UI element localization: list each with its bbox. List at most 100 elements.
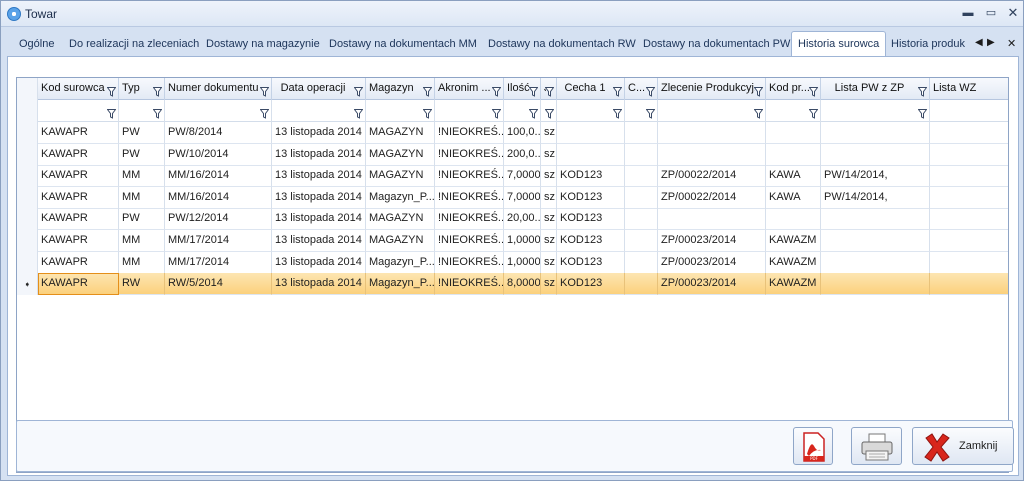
cell-akronim[interactable]: !NIEOKREŚ... <box>435 208 504 231</box>
cell-lista-pw-z-zp[interactable]: PW/14/2014, <box>821 186 930 209</box>
row-indicator[interactable] <box>17 122 38 144</box>
column-header-kod-surowca[interactable]: Kod surowca <box>38 78 119 100</box>
cell-cecha-1[interactable]: KOD123 <box>557 251 625 274</box>
cell-cecha-1[interactable]: KOD123 <box>557 273 625 296</box>
cell-jednostka[interactable]: sz <box>541 251 557 274</box>
cell-zlecenie-produkcyjne[interactable]: ZP/00022/2014 <box>658 165 766 188</box>
cell-typ[interactable]: PW <box>119 143 165 166</box>
cell-data-operacji[interactable]: 13 listopada 2014 <box>272 230 366 252</box>
cell-lista-wz[interactable] <box>930 187 1008 209</box>
column-header-typ[interactable]: Typ <box>119 78 165 100</box>
cell-numer-dokumentu[interactable]: RW/5/2014 <box>165 273 272 296</box>
filter-cell-lista-wz[interactable] <box>930 100 1008 122</box>
tab-ogolne[interactable]: Ogólne <box>13 33 60 56</box>
cell-lista-wz[interactable] <box>930 208 1008 231</box>
minimize-button[interactable]: ▬ <box>959 5 977 21</box>
tab-dostawy-magazyn[interactable]: Dostawy na magazynie <box>200 33 326 56</box>
column-header-numer-dokumentu[interactable]: Numer dokumentu <box>165 78 272 100</box>
cell-akronim[interactable]: !NIEOKREŚ... <box>435 186 504 209</box>
cell-ilosc[interactable]: 1,0000 <box>504 230 541 252</box>
column-header-cecha-2[interactable]: C... <box>625 78 658 100</box>
cell-numer-dokumentu[interactable]: MM/16/2014 <box>165 186 272 209</box>
cell-cecha-2[interactable] <box>625 143 658 166</box>
table-row[interactable]: KAWAPR MM MM/17/2014 13 listopada 2014 Magaz… <box>17 251 1008 274</box>
cell-ilosc[interactable]: 100,0... <box>504 122 541 144</box>
filter-cell-data-operacji[interactable] <box>272 100 366 122</box>
cell-lista-wz[interactable] <box>930 122 1008 144</box>
filter-funnel-icon[interactable] <box>491 84 502 97</box>
filter-funnel-icon[interactable] <box>612 106 623 119</box>
filter-cell-akronim[interactable] <box>435 100 504 122</box>
column-header-lista-pw-z-zp[interactable]: Lista PW z ZP <box>821 78 930 100</box>
cell-typ[interactable]: MM <box>119 165 165 188</box>
cell-jednostka[interactable]: sz <box>541 122 557 144</box>
cell-cecha-2[interactable] <box>625 165 658 188</box>
table-row[interactable]: ➧ KAWAPR RW RW/5/2014 13 listopada 2014 Magaz… <box>17 273 1008 296</box>
cell-lista-wz[interactable] <box>930 230 1008 252</box>
cell-magazyn[interactable]: Magazyn_P... <box>366 251 435 274</box>
cell-kod-surowca[interactable]: KAWAPR <box>38 273 119 296</box>
filter-funnel-icon[interactable] <box>544 106 555 119</box>
filter-funnel-icon[interactable] <box>612 84 623 97</box>
cell-data-operacji[interactable]: 13 listopada 2014 <box>272 122 366 144</box>
cell-akronim[interactable]: !NIEOKREŚ... <box>435 251 504 274</box>
filter-cell-ilosc[interactable] <box>504 100 541 122</box>
column-header-zlecenie-produkcyjne[interactable]: Zlecenie Produkcyj... <box>658 78 766 100</box>
cell-ilosc[interactable]: 200,0... <box>504 143 541 166</box>
cell-kod-produktu[interactable] <box>766 122 821 144</box>
filter-funnel-icon[interactable] <box>808 84 819 97</box>
cell-kod-surowca[interactable]: KAWAPR <box>38 143 119 166</box>
filter-cell-magazyn[interactable] <box>366 100 435 122</box>
cell-lista-pw-z-zp[interactable] <box>821 273 930 296</box>
cell-kod-produktu[interactable] <box>766 143 821 166</box>
filter-funnel-icon[interactable] <box>645 106 656 119</box>
filter-funnel-icon[interactable] <box>544 84 555 97</box>
cell-kod-surowca[interactable]: KAWAPR <box>38 251 119 274</box>
cell-ilosc[interactable]: 8,0000 <box>504 273 541 296</box>
cell-kod-surowca[interactable]: KAWAPR <box>38 230 119 252</box>
filter-funnel-icon[interactable] <box>152 106 163 119</box>
tab-historia-surowca[interactable]: Historia surowca <box>791 31 887 57</box>
cell-magazyn[interactable]: MAGAZYN <box>366 122 435 144</box>
cell-data-operacji[interactable]: 13 listopada 2014 <box>272 273 366 296</box>
cell-jednostka[interactable]: sz <box>541 186 557 209</box>
cell-cecha-2[interactable] <box>625 273 658 296</box>
filter-funnel-icon[interactable] <box>491 106 502 119</box>
cell-cecha-2[interactable] <box>625 122 658 144</box>
tab-do-realizacji[interactable]: Do realizacji na zleceniach <box>63 33 205 56</box>
filter-cell-zlecenie-produkcyjne[interactable] <box>658 100 766 122</box>
cell-cecha-1[interactable]: KOD123 <box>557 208 625 231</box>
filter-funnel-icon[interactable] <box>808 106 819 119</box>
tab-dostawy-pw[interactable]: Dostawy na dokumentach PW <box>637 33 796 56</box>
filter-cell-typ[interactable] <box>119 100 165 122</box>
tab-close-button[interactable]: ✕ <box>1007 37 1016 50</box>
cell-magazyn[interactable]: MAGAZYN <box>366 143 435 166</box>
cell-cecha-2[interactable] <box>625 186 658 209</box>
filter-funnel-icon[interactable] <box>645 84 656 97</box>
cell-jednostka[interactable]: sz <box>541 273 557 296</box>
cell-cecha-1[interactable] <box>557 122 625 144</box>
cell-cecha-1[interactable] <box>557 143 625 166</box>
cell-akronim[interactable]: !NIEOKREŚ... <box>435 143 504 166</box>
cell-magazyn[interactable]: MAGAZYN <box>366 208 435 231</box>
cell-akronim[interactable]: !NIEOKREŚ... <box>435 230 504 252</box>
cell-typ[interactable]: RW <box>119 273 165 296</box>
close-button[interactable]: Zamknij <box>912 427 1014 465</box>
column-header-data-operacji[interactable]: Data operacji <box>272 78 366 100</box>
cell-zlecenie-produkcyjne[interactable]: ZP/00023/2014 <box>658 273 766 296</box>
filter-funnel-icon[interactable] <box>753 84 764 97</box>
cell-kod-produktu[interactable]: KAWA <box>766 165 821 188</box>
cell-cecha-1[interactable]: KOD123 <box>557 186 625 209</box>
row-indicator[interactable]: ➧ <box>17 273 38 296</box>
tab-dostawy-rw[interactable]: Dostawy na dokumentach RW <box>482 33 642 56</box>
cell-kod-produktu[interactable]: KAWAZM <box>766 251 821 274</box>
cell-magazyn[interactable]: Magazyn_P... <box>366 273 435 296</box>
tab-historia-produktu[interactable]: Historia produk <box>885 33 973 56</box>
cell-lista-pw-z-zp[interactable] <box>821 122 930 144</box>
row-indicator[interactable] <box>17 186 38 209</box>
maximize-button[interactable]: ▭ <box>982 5 1000 21</box>
cell-jednostka[interactable]: sz <box>541 165 557 188</box>
cell-magazyn[interactable]: MAGAZYN <box>366 230 435 252</box>
filter-cell-kod-produktu[interactable] <box>766 100 821 122</box>
column-header-magazyn[interactable]: Magazyn <box>366 78 435 100</box>
